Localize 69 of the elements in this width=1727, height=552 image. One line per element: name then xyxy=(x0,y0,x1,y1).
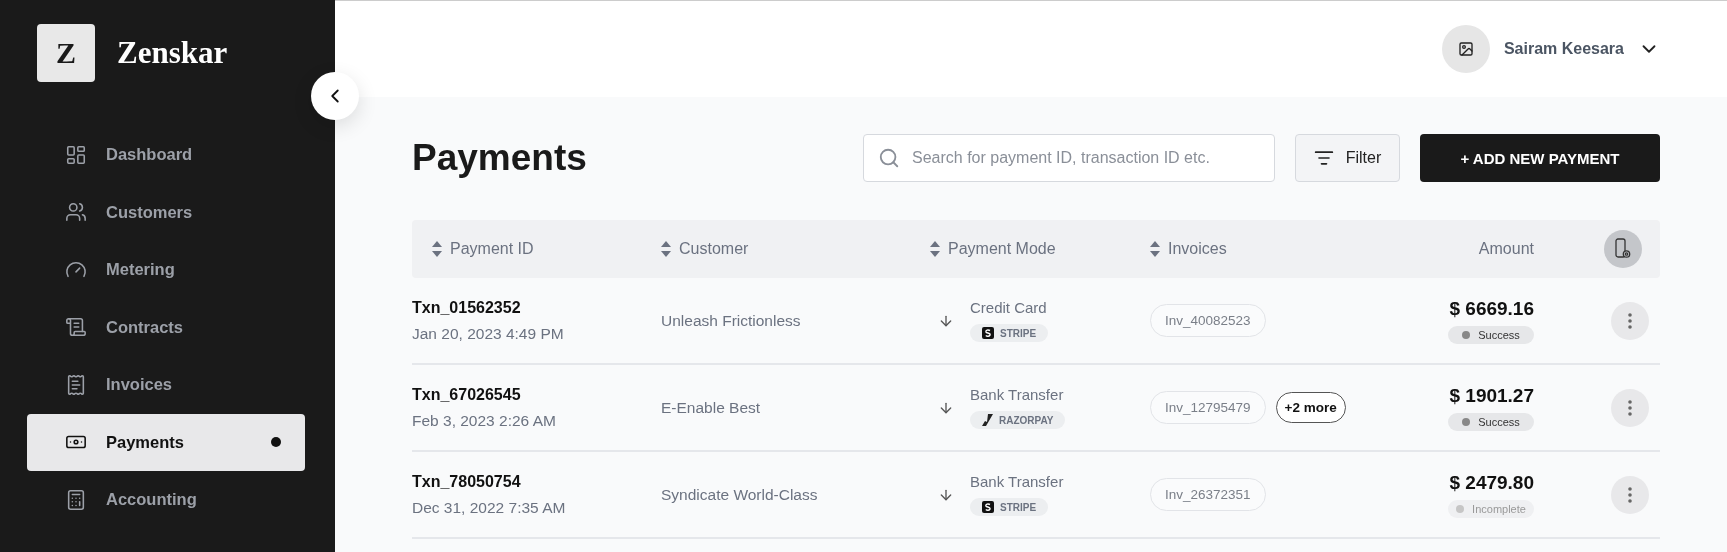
gateway-tag: STRIPE xyxy=(970,498,1049,516)
page-title: Payments xyxy=(412,137,588,179)
nav-icon xyxy=(65,316,87,339)
sidebar-item[interactable]: Payments xyxy=(27,413,305,471)
payment-mode: Bank Transfer xyxy=(970,386,1065,403)
customer-name: Unleash Frictionless xyxy=(661,311,802,330)
kebab-icon xyxy=(1628,486,1632,503)
customer-name: Syndicate World-Class xyxy=(661,485,819,504)
sort-icon[interactable] xyxy=(1150,241,1160,257)
sidebar-item[interactable]: Accounting xyxy=(27,471,305,529)
sort-icon[interactable] xyxy=(432,241,442,257)
payment-mode: Bank Transfer xyxy=(970,473,1064,490)
payment-date: Jan 20, 2023 4:49 PM xyxy=(412,324,565,343)
kebab-icon xyxy=(1628,399,1632,416)
customer-name: E-Enable Best xyxy=(661,398,762,417)
column-header: Amount xyxy=(1478,240,1534,258)
invoice-tag[interactable]: Inv_26372351 xyxy=(1150,478,1266,511)
sidebar-item[interactable]: Invoices xyxy=(27,356,305,414)
more-invoices-button[interactable]: +2 more xyxy=(1275,392,1346,423)
invoice-tag[interactable]: Inv_40082523 xyxy=(1150,304,1266,337)
add-payment-button[interactable]: + ADD NEW PAYMENT xyxy=(1420,134,1660,182)
sidebar-item[interactable]: Customers xyxy=(27,183,305,241)
gateway-logo-icon xyxy=(982,501,994,513)
status-tag: Incomplete xyxy=(1448,499,1534,518)
gateway-logo-icon xyxy=(982,414,993,426)
search-icon xyxy=(878,147,900,169)
nav-icon xyxy=(65,488,87,511)
phone-gear-icon xyxy=(1614,238,1632,260)
sidebar-item[interactable]: Metering xyxy=(27,241,305,299)
more-options-button[interactable] xyxy=(1611,475,1649,514)
active-dot xyxy=(271,437,281,448)
status-tag: Success xyxy=(1448,325,1534,344)
column-header[interactable]: Payment ID xyxy=(432,240,534,258)
search-field[interactable]: Search for payment ID, transaction ID etc. xyxy=(863,134,1275,182)
nav-icon xyxy=(65,143,87,166)
column-settings-button[interactable] xyxy=(1604,230,1642,268)
gateway-tag: STRIPE xyxy=(970,324,1049,342)
payment-date: Feb 3, 2023 2:26 AM xyxy=(412,411,557,430)
filter-icon xyxy=(1313,148,1334,168)
payment-date: Dec 31, 2022 7:35 AM xyxy=(412,498,567,517)
brand-name: Zenskar xyxy=(117,35,228,71)
status-tag: Success xyxy=(1448,412,1534,431)
avatar[interactable] xyxy=(1441,25,1490,73)
sidebar-item[interactable]: Contracts xyxy=(27,298,305,356)
column-header[interactable]: Payment Mode xyxy=(930,240,1056,258)
nav-icon xyxy=(65,201,87,224)
logo-mark: Z xyxy=(37,24,95,82)
transaction-id[interactable]: Txn_01562352 xyxy=(412,298,661,317)
payment-mode: Credit Card xyxy=(970,299,1048,316)
search-input[interactable]: Search for payment ID, transaction ID etc. xyxy=(910,148,1260,168)
amount: $ 6669.16 xyxy=(1449,297,1534,320)
user-name[interactable]: Sairam Keesara xyxy=(1503,40,1624,58)
gateway-logo-icon xyxy=(982,327,994,339)
column-header[interactable]: Customer xyxy=(661,240,749,258)
sort-icon[interactable] xyxy=(661,241,671,257)
nav-icon xyxy=(65,373,87,396)
gateway-tag: RAZORPAY xyxy=(970,411,1066,429)
sidebar-item[interactable]: Dashboard xyxy=(27,126,305,184)
more-options-button[interactable] xyxy=(1611,388,1649,427)
filter-button[interactable]: Filter xyxy=(1295,134,1400,182)
kebab-icon xyxy=(1628,312,1632,329)
more-options-button[interactable] xyxy=(1611,301,1649,340)
transaction-id[interactable]: Txn_78050754 xyxy=(412,472,661,491)
invoice-tag[interactable]: Inv_12795479 xyxy=(1150,391,1266,424)
transaction-id[interactable]: Txn_67026545 xyxy=(412,385,661,404)
column-header[interactable]: Invoices xyxy=(1150,240,1227,258)
amount: $ 2479.80 xyxy=(1449,471,1534,494)
sort-icon[interactable] xyxy=(930,241,940,257)
amount: $ 1901.27 xyxy=(1449,384,1534,407)
